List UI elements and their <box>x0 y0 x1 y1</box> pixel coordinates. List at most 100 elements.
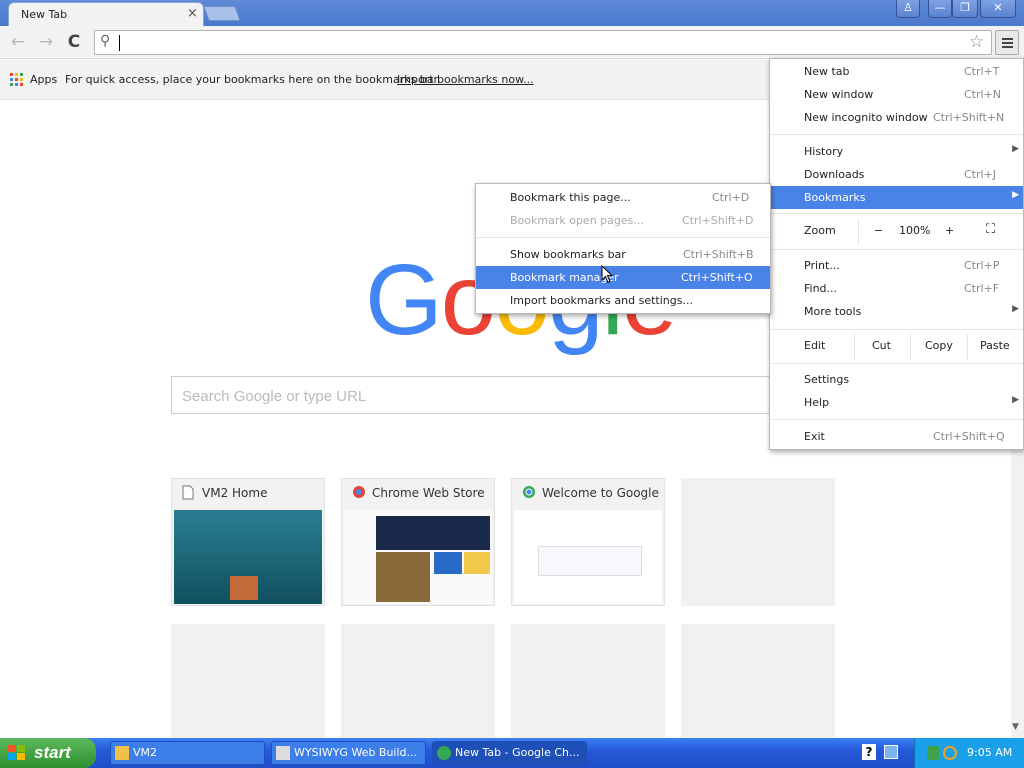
forward-icon[interactable]: → <box>36 32 56 52</box>
thumbnail-graphic <box>464 552 490 574</box>
zoom-row: Zoom − 100% + ⛶ <box>770 219 1023 245</box>
zoom-divider <box>858 219 859 245</box>
taskbar-item-chrome[interactable]: New Tab - Google Ch... <box>432 741 587 765</box>
reload-icon[interactable]: C <box>64 32 84 52</box>
most-visited-tile[interactable]: Welcome to Google Chrome <box>511 478 665 606</box>
submenu-arrow-icon: ▶ <box>1012 144 1019 154</box>
menu-separator <box>770 363 1023 364</box>
menu-item-history[interactable]: History ▶ <box>770 140 1023 163</box>
empty-tile <box>171 624 325 752</box>
most-visited-tile[interactable]: VM2 Home <box>171 478 325 606</box>
minimize-button[interactable]: — <box>928 0 952 18</box>
import-bookmarks-link[interactable]: Import bookmarks now... <box>397 73 534 86</box>
submenu-arrow-icon: ▶ <box>1012 190 1019 200</box>
network-icon[interactable] <box>884 745 898 759</box>
edit-label: Edit <box>804 339 826 352</box>
tile-thumbnail <box>344 510 492 604</box>
title-bar: New Tab × ♙ — ❐ ✕ <box>0 0 1024 27</box>
taskbar-item-vm2[interactable]: VM2 <box>110 741 265 765</box>
menu-separator <box>770 249 1023 250</box>
maximize-button[interactable]: ❐ <box>952 0 978 18</box>
thumbnail-graphic <box>376 552 430 602</box>
address-bar[interactable]: ⚲ ☆ <box>94 30 992 55</box>
clock: 9:05 AM <box>967 746 1013 759</box>
menu-item-bookmark-manager[interactable]: Bookmark manager Ctrl+Shift+O <box>476 266 770 289</box>
taskbar-item-wysiwyg[interactable]: WYSIWYG Web Build... <box>271 741 426 765</box>
bookmark-star-icon[interactable]: ☆ <box>969 32 984 52</box>
empty-tile <box>681 478 835 606</box>
zoom-in-button[interactable]: + <box>945 224 954 237</box>
thumbnail-graphic <box>230 576 258 600</box>
help-icon[interactable]: ? <box>862 744 876 760</box>
edit-divider <box>910 334 911 360</box>
zoom-value: 100% <box>899 224 931 237</box>
menu-bar-icon <box>1002 46 1013 48</box>
menu-item-help[interactable]: Help ▶ <box>770 391 1023 414</box>
menu-separator <box>770 329 1023 330</box>
zoom-label: Zoom <box>804 224 836 237</box>
menu-bar-icon <box>1002 38 1013 40</box>
apps-link[interactable]: Apps <box>30 73 57 86</box>
tile-thumbnail <box>514 510 662 604</box>
browser-toolbar: ← → C ⚲ ☆ <box>0 26 1024 59</box>
edit-row: Edit Cut Copy Paste <box>770 334 1023 360</box>
chrome-main-menu: New tab Ctrl+T New window Ctrl+N New incog… <box>769 58 1024 450</box>
tile-title: Welcome to Google Chrome <box>542 486 662 500</box>
menu-separator <box>476 237 770 238</box>
thumbnail-graphic <box>434 552 462 574</box>
menu-separator <box>770 419 1023 420</box>
search-icon[interactable] <box>943 746 957 760</box>
menu-item-bookmark-page[interactable]: Bookmark this page... Ctrl+D <box>476 186 770 209</box>
menu-item-bookmarks[interactable]: Bookmarks ▶ <box>770 186 1023 209</box>
menu-item-find[interactable]: Find... Ctrl+F <box>770 277 1023 300</box>
thumbnail-graphic <box>376 516 490 550</box>
menu-separator <box>770 213 1023 214</box>
menu-item-exit[interactable]: Exit Ctrl+Shift+Q <box>770 425 1023 448</box>
menu-item-new-incognito[interactable]: New incognito window Ctrl+Shift+N <box>770 106 1023 129</box>
copy-button[interactable]: Copy <box>925 339 953 352</box>
tile-thumbnail <box>174 510 322 604</box>
thumbnail-graphic <box>538 546 642 576</box>
empty-tile <box>681 624 835 752</box>
menu-item-settings[interactable]: Settings <box>770 368 1023 391</box>
zoom-out-button[interactable]: − <box>874 224 883 237</box>
bookmarks-submenu: Bookmark this page... Ctrl+D Bookmark ope… <box>475 183 771 314</box>
tray-app-icon[interactable] <box>927 746 939 760</box>
close-window-button[interactable]: ✕ <box>980 0 1016 18</box>
tab-new-tab[interactable]: New Tab × <box>8 2 204 27</box>
windows-taskbar: start VM2 WYSIWYG Web Build... New Tab -… <box>0 738 1024 768</box>
scroll-down-icon[interactable]: ▼ <box>1012 722 1019 732</box>
menu-item-import-bookmarks[interactable]: Import bookmarks and settings... <box>476 289 770 312</box>
back-icon[interactable]: ← <box>8 32 28 52</box>
cut-button[interactable]: Cut <box>872 339 891 352</box>
edit-divider <box>967 334 968 360</box>
new-tab-button[interactable] <box>203 6 241 21</box>
menu-item-downloads[interactable]: Downloads Ctrl+J <box>770 163 1023 186</box>
search-input[interactable]: Search Google or type URL <box>171 376 771 414</box>
chrome-menu-button[interactable] <box>995 30 1019 55</box>
empty-tile <box>341 624 495 752</box>
paste-button[interactable]: Paste <box>980 339 1010 352</box>
text-caret <box>119 35 120 51</box>
menu-item-new-window[interactable]: New window Ctrl+N <box>770 83 1023 106</box>
windows-flag-icon <box>8 745 25 760</box>
mouse-cursor-icon <box>601 265 613 284</box>
menu-item-new-tab[interactable]: New tab Ctrl+T <box>770 60 1023 83</box>
submenu-arrow-icon: ▶ <box>1012 395 1019 405</box>
tab-close-icon[interactable]: × <box>187 6 198 21</box>
menu-item-more-tools[interactable]: More tools ▶ <box>770 300 1023 323</box>
menu-item-print[interactable]: Print... Ctrl+P <box>770 254 1023 277</box>
apps-grid-icon[interactable] <box>10 73 24 87</box>
page-icon <box>182 485 196 501</box>
most-visited-tile[interactable]: Chrome Web Store <box>341 478 495 606</box>
menu-item-show-bookmarks-bar[interactable]: Show bookmarks bar Ctrl+Shift+B <box>476 243 770 266</box>
fullscreen-icon[interactable]: ⛶ <box>986 222 995 237</box>
scrollbar[interactable] <box>1011 450 1024 738</box>
edit-divider <box>854 334 855 360</box>
menu-separator <box>770 134 1023 135</box>
wysiwyg-app-icon <box>276 746 290 760</box>
bookmarks-hint-text: For quick access, place your bookmarks h… <box>65 73 441 86</box>
logo-letter: G <box>365 244 443 356</box>
profile-button[interactable]: ♙ <box>896 0 920 18</box>
menu-bar-icon <box>1002 42 1013 44</box>
